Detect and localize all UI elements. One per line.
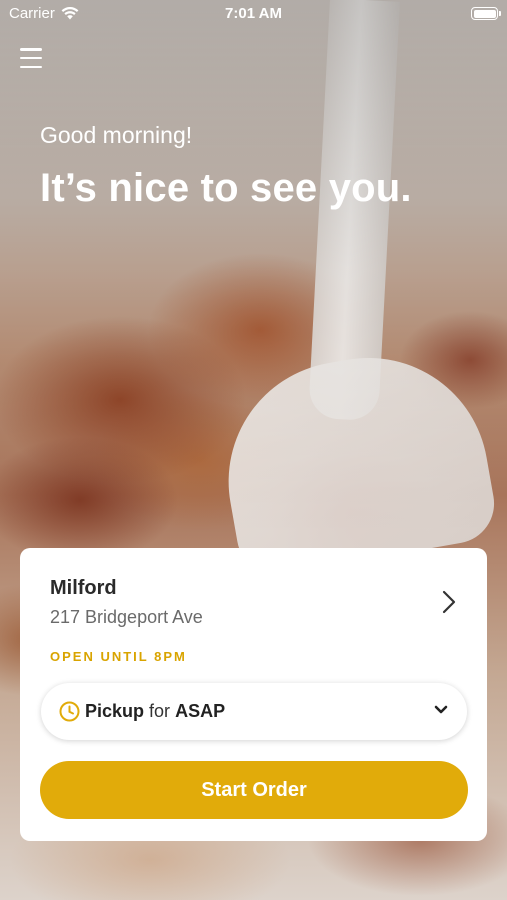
open-status-label: OPEN UNTIL 8PM xyxy=(50,649,187,664)
fork-head-image xyxy=(209,338,501,582)
greeting-text: Good morning! xyxy=(40,122,193,148)
pickup-time: ASAP xyxy=(175,701,226,721)
pickup-label: Pickup for ASAP xyxy=(85,701,225,722)
start-order-button[interactable]: Start Order xyxy=(40,761,468,819)
chevron-down-icon xyxy=(434,705,448,714)
clock-time: 7:01 AM xyxy=(225,5,282,22)
clock-icon xyxy=(59,701,80,722)
location-name: Milford xyxy=(50,577,117,599)
pickup-connector: for xyxy=(149,701,171,721)
pickup-time-selector[interactable]: Pickup for ASAP xyxy=(41,683,467,740)
location-card: Milford 217 Bridgeport Ave OPEN UNTIL 8P… xyxy=(20,548,487,841)
hamburger-menu-icon[interactable] xyxy=(20,48,42,68)
location-selector[interactable]: Milford 217 Bridgeport Ave xyxy=(20,548,487,658)
battery-icon xyxy=(471,7,501,20)
location-address: 217 Bridgeport Ave xyxy=(50,607,203,627)
chevron-right-icon xyxy=(442,590,456,614)
pickup-mode: Pickup xyxy=(85,701,145,721)
status-bar: Carrier 7:01 AM xyxy=(0,0,507,28)
headline-text: It’s nice to see you. xyxy=(40,166,412,210)
